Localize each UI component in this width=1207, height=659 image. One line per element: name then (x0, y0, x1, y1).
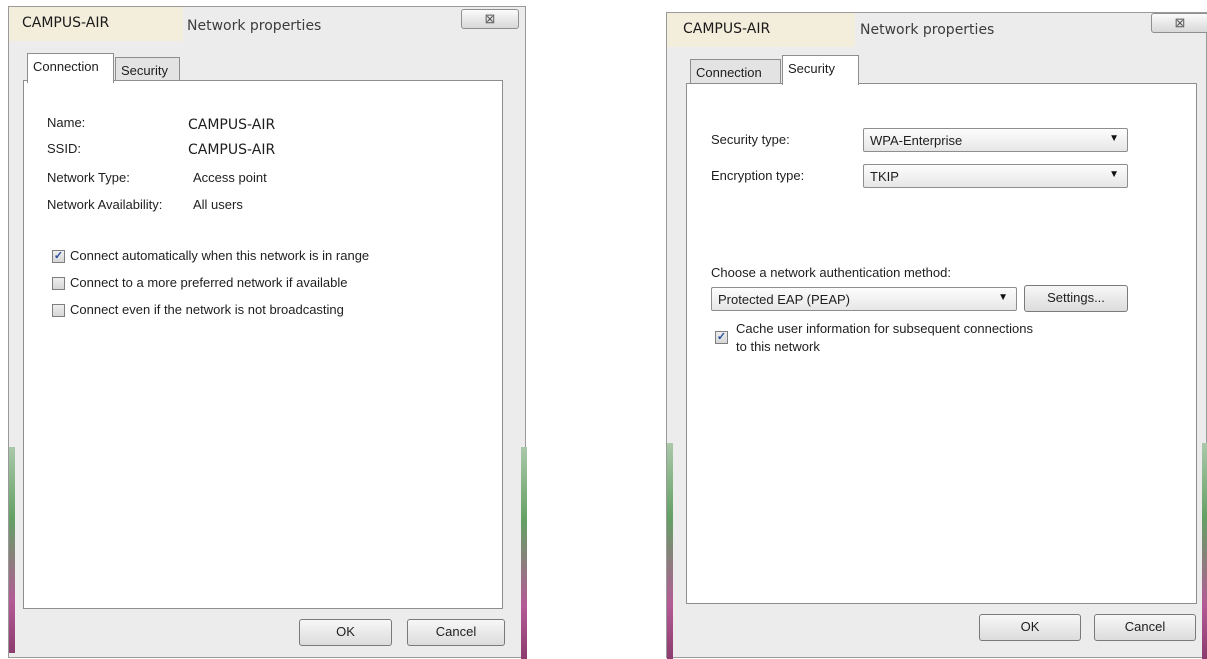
tab-connection[interactable]: Connection (690, 59, 781, 85)
cancel-button[interactable]: Cancel (1094, 614, 1196, 641)
security-type-label: Security type: (711, 132, 790, 147)
preferred-network-checkbox[interactable] (52, 277, 65, 290)
tab-label: Security (121, 63, 168, 78)
tab-security[interactable]: Security (782, 55, 859, 85)
close-button[interactable]: ⊠ (1151, 13, 1207, 33)
encryption-type-label: Encryption type: (711, 168, 805, 183)
cache-user-info-label-line2[interactable]: to this network (736, 339, 820, 354)
tab-label: Security (788, 61, 835, 76)
ssid-value: CAMPUS-AIR (188, 142, 276, 158)
chevron-down-icon: ▼ (1109, 169, 1119, 180)
name-label: Name: (47, 115, 86, 130)
preferred-network-label[interactable]: Connect to a more preferred network if a… (70, 275, 347, 290)
close-icon: ⊠ (1174, 15, 1186, 30)
network-properties-dialog-security: CAMPUS-AIR Network properties ⊠ Connecti… (666, 12, 1207, 659)
chevron-down-icon: ▼ (1109, 133, 1119, 144)
cache-user-info-label[interactable]: Cache user information for subsequent co… (736, 321, 1033, 336)
network-availability-value: All users (193, 197, 243, 212)
network-properties-dialog-connection: CAMPUS-AIR Network properties ⊠ Connecti… (8, 6, 527, 659)
ssid-label: SSID: (47, 141, 81, 156)
name-value: CAMPUS-AIR (188, 117, 276, 133)
background-window-edge (1202, 443, 1207, 659)
network-name-title: CAMPUS-AIR (667, 13, 855, 47)
settings-button[interactable]: Settings... (1024, 285, 1128, 312)
auto-connect-label[interactable]: Connect automatically when this network … (70, 248, 369, 263)
dialog-title: Network properties (860, 22, 995, 38)
encryption-type-value: TKIP (870, 169, 899, 184)
network-type-value: Access point (193, 170, 267, 185)
ok-button[interactable]: OK (979, 614, 1081, 641)
checkmark-icon: ✓ (53, 250, 64, 262)
auto-connect-checkbox[interactable]: ✓ (52, 250, 65, 263)
connection-tab-panel (23, 80, 503, 609)
security-type-select[interactable]: WPA-Enterprise ▼ (863, 128, 1128, 152)
tab-connection[interactable]: Connection (27, 53, 114, 83)
network-type-label: Network Type: (47, 170, 130, 185)
not-broadcasting-checkbox[interactable] (52, 304, 65, 317)
cache-user-info-checkbox[interactable]: ✓ (715, 331, 728, 344)
network-name-title: CAMPUS-AIR (9, 7, 183, 41)
background-window-edge (667, 443, 673, 659)
cancel-button[interactable]: Cancel (407, 619, 505, 646)
ok-button[interactable]: OK (299, 619, 392, 646)
checkmark-icon: ✓ (716, 331, 727, 343)
close-icon: ⊠ (484, 11, 496, 26)
dialog-title: Network properties (187, 18, 322, 34)
not-broadcasting-label[interactable]: Connect even if the network is not broad… (70, 302, 344, 317)
encryption-type-select[interactable]: TKIP ▼ (863, 164, 1128, 188)
tab-label: Connection (696, 65, 762, 80)
chevron-down-icon: ▼ (998, 292, 1008, 303)
background-window-edge (521, 447, 527, 659)
background-window-edge (9, 447, 15, 653)
close-button[interactable]: ⊠ (461, 9, 519, 29)
auth-method-select[interactable]: Protected EAP (PEAP) ▼ (711, 287, 1017, 311)
auth-method-label: Choose a network authentication method: (711, 265, 951, 280)
auth-method-value: Protected EAP (PEAP) (718, 292, 850, 307)
security-type-value: WPA-Enterprise (870, 133, 963, 148)
network-availability-label: Network Availability: (47, 197, 163, 212)
tab-label: Connection (33, 59, 99, 74)
